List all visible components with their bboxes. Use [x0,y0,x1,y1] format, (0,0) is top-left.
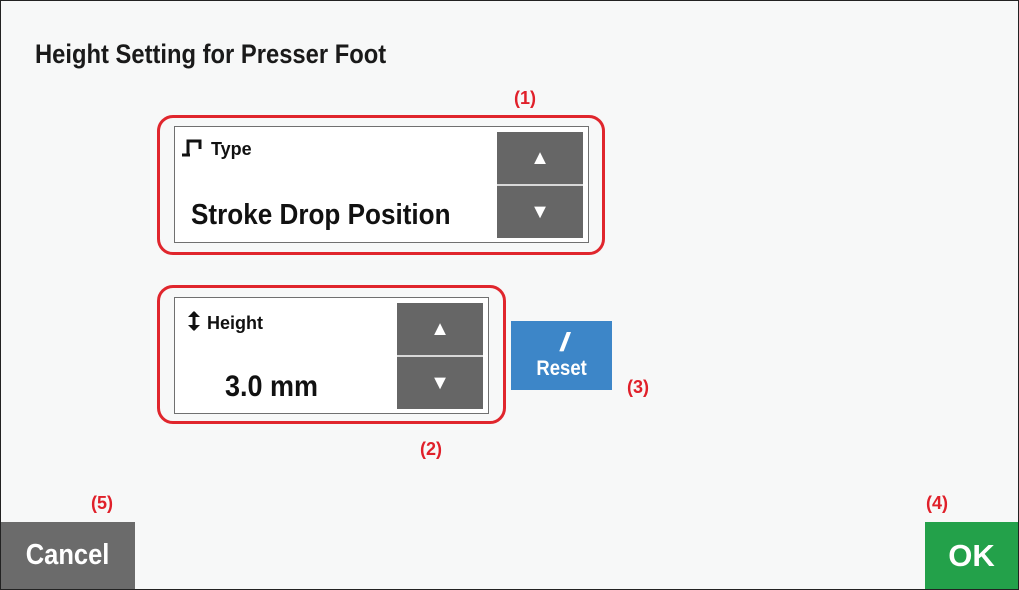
type-up-button[interactable]: ▲ [497,132,583,184]
triangle-up-icon: ▲ [530,146,550,169]
type-value: Stroke Drop Position [191,199,451,231]
type-setting-panel: Type Stroke Drop Position ▲ ▼ [174,126,589,243]
callout-1: (1) [514,88,536,108]
height-stepper: ▲ ▼ [397,303,483,409]
callout-4: (4) [926,493,948,513]
ok-button[interactable]: OK [925,522,1018,589]
triangle-down-icon: ▼ [530,200,550,223]
height-label-row: Height [187,310,263,337]
triangle-up-icon: ▲ [430,317,450,340]
callout-3: (3) [627,377,649,397]
height-value: 3.0 mm [225,370,319,403]
reset-button[interactable]: // Reset [511,321,612,390]
callout-2: (2) [420,439,442,459]
triangle-down-icon: ▼ [430,371,450,394]
cancel-button[interactable]: Cancel [1,522,135,589]
height-setting-panel: Height 3.0 mm ▲ ▼ [174,297,489,414]
type-label: Type [211,139,252,159]
type-stepper: ▲ ▼ [497,132,583,238]
type-down-button[interactable]: ▼ [497,184,583,238]
height-down-button[interactable]: ▼ [397,355,483,409]
dialog-title: Height Setting for Presser Foot [35,39,387,69]
ok-button-label: OK [948,537,995,573]
height-label: Height [207,313,263,333]
type-label-row: Type [181,137,252,162]
presser-foot-icon [181,137,205,162]
callout-5: (5) [91,493,113,513]
dialog-screen: Height Setting for Presser Foot (1) Type… [0,0,1019,590]
double-slash-icon: // [560,326,570,357]
reset-button-label: Reset [536,356,587,380]
height-up-button[interactable]: ▲ [397,303,483,355]
cancel-button-label: Cancel [26,539,110,571]
up-down-arrow-icon [187,310,201,337]
